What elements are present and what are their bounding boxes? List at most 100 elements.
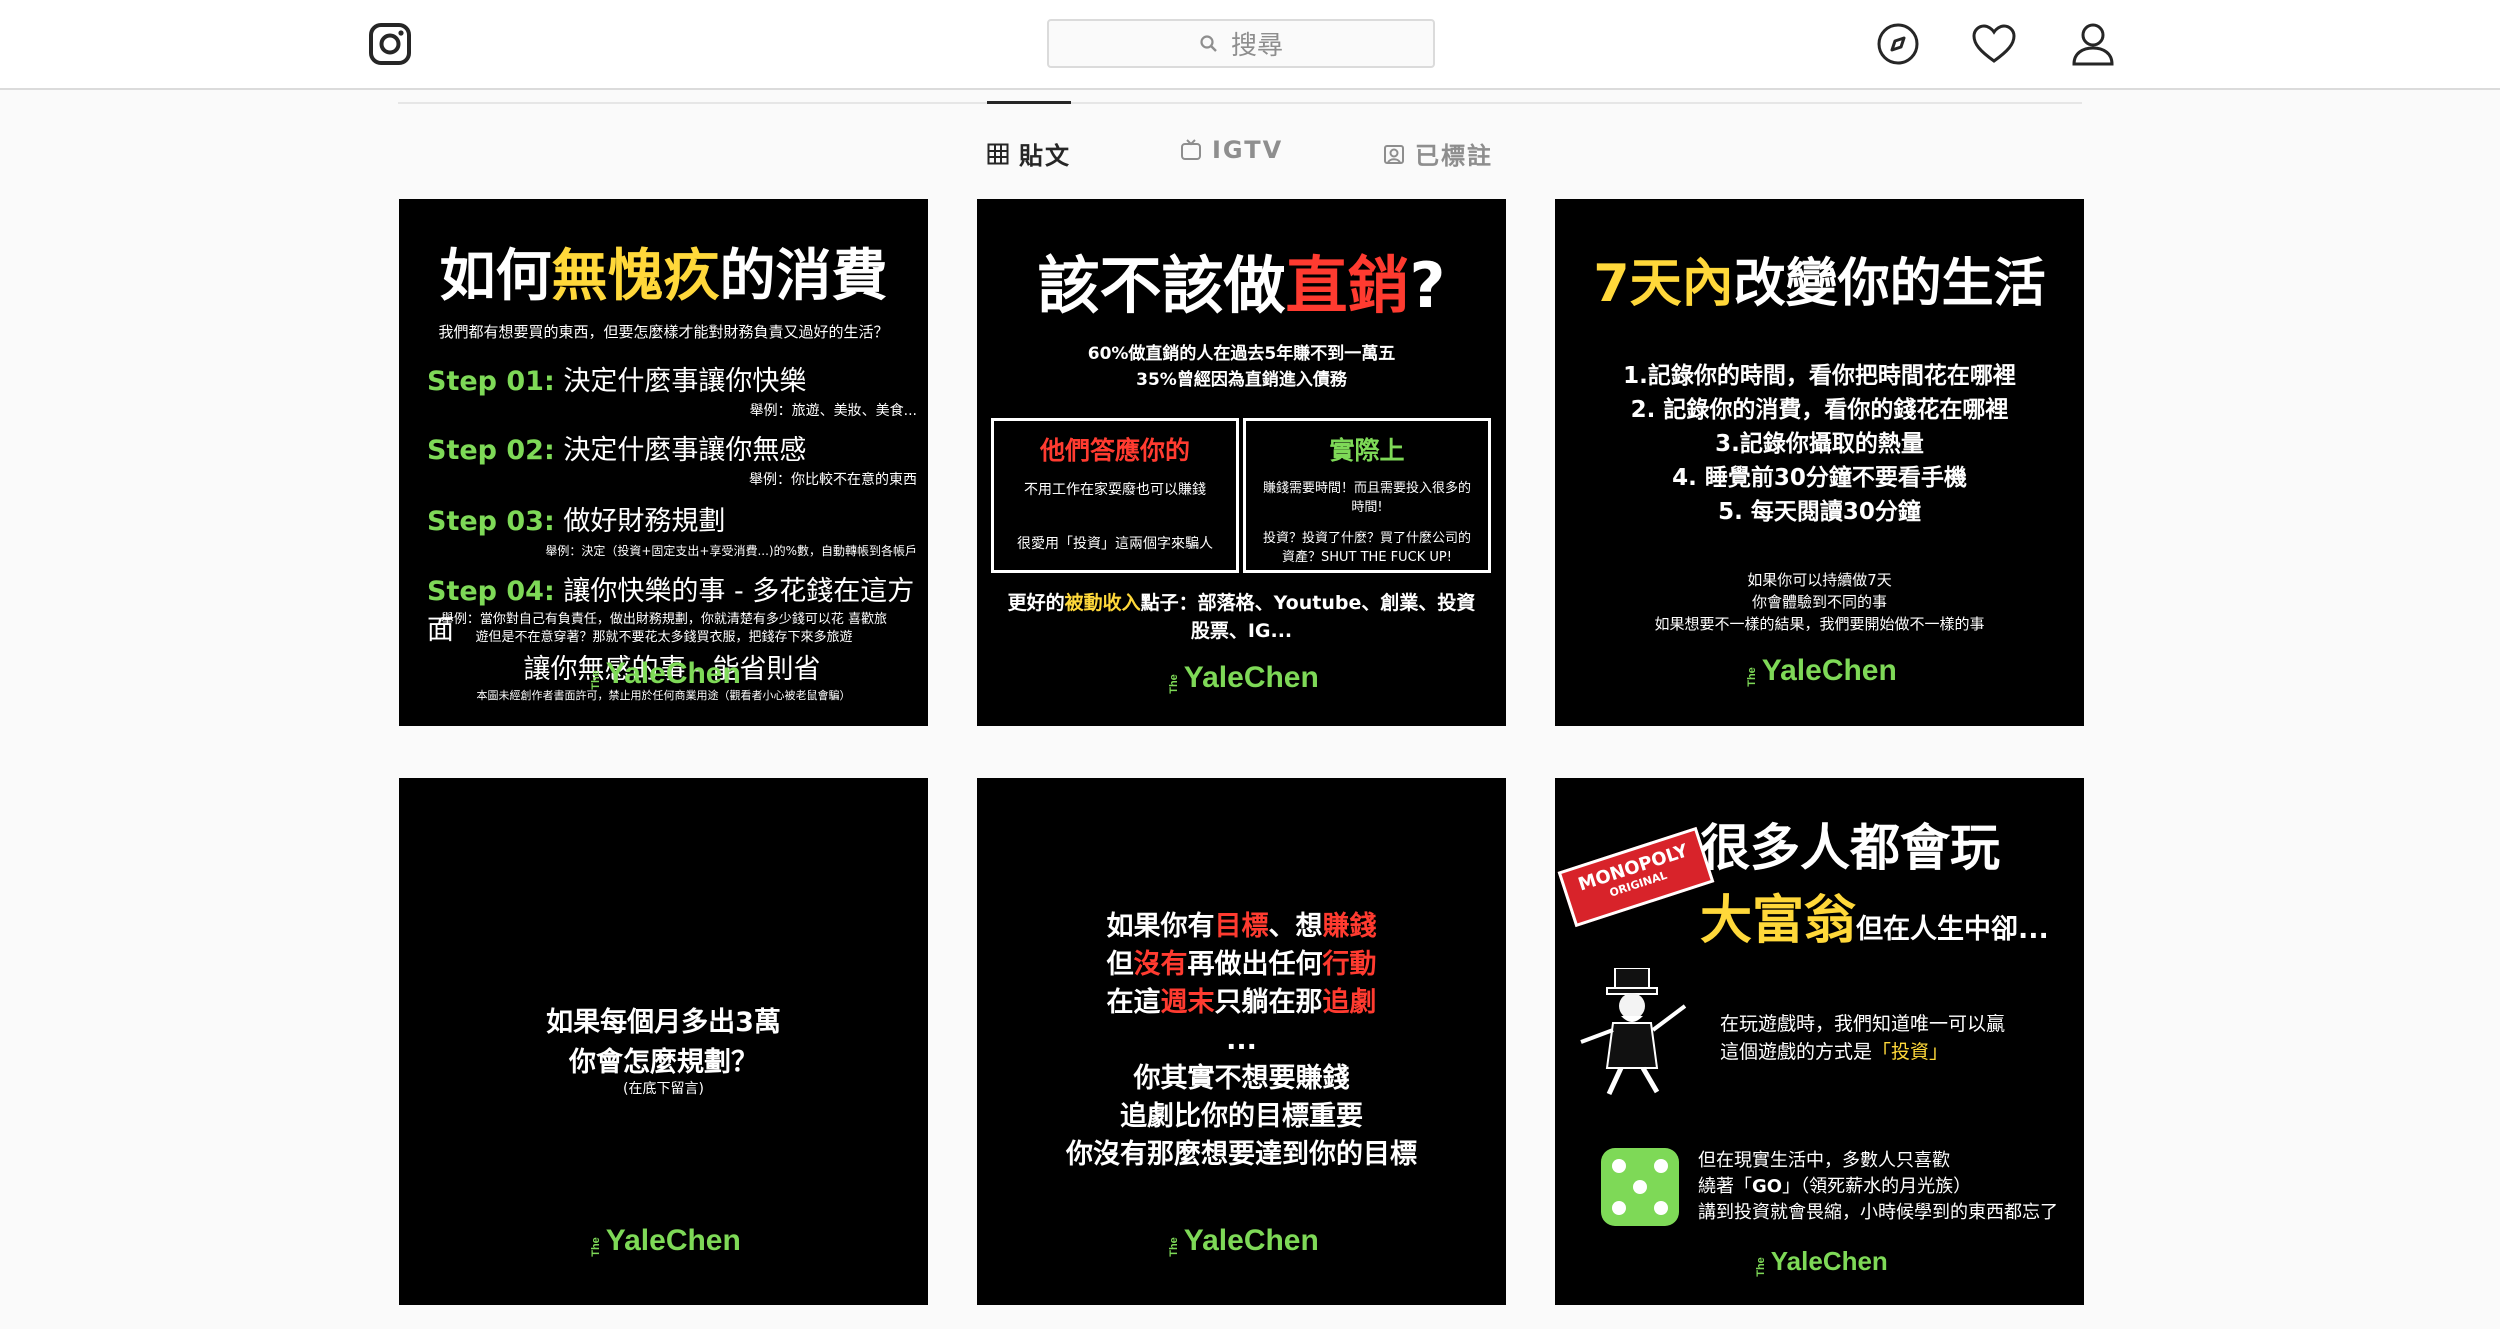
post-tile-2[interactable]: 該不該做直銷? 60%做直銷的人在過去5年賺不到一萬五 35%曾經因為直銷進入債… xyxy=(977,199,1506,726)
post-2-left-2: 很愛用「投資」這兩個字來騙人 xyxy=(1017,536,1213,552)
post-2-title: 該不該做直銷? xyxy=(977,235,1506,325)
post-2-left-box: 他們答應你的 不用工作在家耍廢也可以賺錢 很愛用「投資」這兩個字來騙人 xyxy=(991,418,1239,573)
logo-yale: Yale xyxy=(1761,654,1822,687)
post-3-note: 如果你可以持續做7天 xyxy=(1747,571,1892,589)
top-nav-bar: 搜尋 xyxy=(0,0,2500,90)
post-6-title-1: 很多人都會玩 xyxy=(1700,819,2000,877)
post-tile-5[interactable]: 如果你有目標、想賺錢 但沒有再做出任何行動 在這週末只躺在那追劇 ... 你其實… xyxy=(977,778,1506,1305)
logo-the: The xyxy=(1745,667,1758,687)
post-6-q2a: 繞著「 xyxy=(1698,1176,1752,1197)
tabs-divider xyxy=(398,102,2082,104)
step-key: Step 03: xyxy=(427,506,555,537)
tab-posts-label: 貼文 xyxy=(1019,142,1071,170)
seg: 但 xyxy=(1106,949,1134,980)
post-2-right-box: 實際上 賺錢需要時間！而且需要投入很多的時間! 投資？投資了什麼？買了什麼公司的… xyxy=(1243,418,1491,573)
tab-posts[interactable]: 貼文 xyxy=(987,136,1071,171)
yalechen-logo: The YaleChen xyxy=(1555,1246,2084,1277)
post-5-text: 如果你有目標、想賺錢 但沒有再做出任何行動 在這週末只躺在那追劇 ... 你其實… xyxy=(977,908,1506,1174)
post-tile-1[interactable]: 如何無愧疚的消費 我們都有想要買的東西，但要怎麼樣才能對財務負責又過好的生活？ … xyxy=(399,199,928,726)
search-input[interactable]: 搜尋 xyxy=(1047,19,1435,68)
post-3-item: 3.記錄你攝取的熱量 xyxy=(1715,431,1924,457)
yalechen-logo: The YaleChen xyxy=(977,1224,1506,1258)
post-1-footer: 本圖未經創作者書面許可，禁止用於任何商業用途（觀看者小心被老鼠會騙） xyxy=(476,689,851,702)
logo-yale: Yale xyxy=(1183,1224,1244,1257)
post-1-step-1: Step 01: 決定什麼事讓你快樂 xyxy=(427,359,917,398)
post-6-q2b: GO xyxy=(1752,1176,1783,1197)
post-4-line-3: (在底下留言) xyxy=(623,1081,704,1097)
logo-the: The xyxy=(1167,674,1180,694)
post-4-line-1: 如果每個月多出3萬 xyxy=(546,1007,781,1038)
search-placeholder: 搜尋 xyxy=(1230,31,1283,61)
post-tile-3[interactable]: 7天內改變你的生活 1.記錄你的時間，看你把時間花在哪裡 2. 記錄你的消費，看… xyxy=(1555,199,2084,726)
active-tab-indicator xyxy=(987,101,1071,104)
seg: 只躺在那 xyxy=(1214,987,1323,1018)
explore-compass-icon[interactable] xyxy=(1874,20,1922,68)
step-note: 舉例：決定（投資+固定支出+享受消費...)的%數，自動轉帳到各帳戶 xyxy=(545,544,917,558)
post-6-p2b: 「投資」 xyxy=(1872,1041,1949,1063)
post-6-para-1: 在玩遊戲時，我們知道唯一可以贏 這個遊戲的方式是「投資」 xyxy=(1720,1010,2005,1066)
post-1-title-c: 的消費 xyxy=(719,244,888,309)
post-4-line-2: 你會怎麼規劃？ xyxy=(569,1047,758,1078)
seg: 再做出任何 xyxy=(1187,949,1323,980)
seg: 沒有 xyxy=(1133,949,1188,980)
post-3-title: 7天內改變你的生活 xyxy=(1555,241,2084,316)
seg: 週末 xyxy=(1160,987,1215,1018)
yalechen-logo: The YaleChen xyxy=(977,661,1506,695)
logo-yale: Yale xyxy=(1183,661,1244,694)
step-text: 決定什麼事讓你快樂 xyxy=(563,366,807,397)
step-note: 舉例：你比較不在意的東西 xyxy=(749,472,917,488)
post-2-line-1: 60%做直銷的人在過去5年賺不到一萬五 xyxy=(1087,344,1396,364)
monopoly-man-icon xyxy=(1580,968,1687,1096)
dice-icon xyxy=(1601,1148,1679,1226)
logo-chen: Chen xyxy=(1821,654,1897,687)
post-1-title: 如何無愧疚的消費 xyxy=(399,231,928,312)
tab-tagged[interactable]: 已標註 xyxy=(1383,136,1493,171)
logo-chen: Chen xyxy=(1822,1246,1888,1276)
post-5-line-1: 如果你有目標、想賺錢 xyxy=(977,908,1506,946)
logo-chen: Chen xyxy=(1243,1224,1319,1257)
post-1-step-2: Step 02: 決定什麼事讓你無感 xyxy=(427,428,917,467)
post-1-title-b: 無愧疚 xyxy=(551,244,720,309)
search-icon xyxy=(1200,34,1217,52)
post-6-para-2: 但在現實生活中，多數人只喜歡 繞著「GO」（領死薪水的月光族） 講到投資就會畏縮… xyxy=(1698,1148,2078,1226)
post-3-item: 1.記錄你的時間，看你把時間花在哪裡 xyxy=(1623,363,2016,389)
post-2-title-b: 直銷 xyxy=(1285,249,1410,322)
logo-chen: Chen xyxy=(1243,661,1319,694)
post-tile-6[interactable]: MONOPOLY ORIGINAL 很多人都會玩 大富翁但在人生中卻... 在玩… xyxy=(1555,778,2084,1305)
logo-the: The xyxy=(1754,1257,1767,1277)
post-5-line-3: 在這週末只躺在那追劇 xyxy=(977,984,1506,1022)
post-6-q2c: 」（領死薪水的月光族） xyxy=(1782,1176,1972,1197)
post-2-right-1: 賺錢需要時間！而且需要投入很多的時間! xyxy=(1262,481,1471,515)
profile-icon[interactable] xyxy=(2069,20,2117,68)
seg: 賺錢 xyxy=(1322,911,1377,942)
logo-yale: Yale xyxy=(605,1224,666,1257)
step-text: 決定什麼事讓你無感 xyxy=(563,435,807,466)
seg: 目標 xyxy=(1214,911,1269,942)
tab-tagged-label: 已標註 xyxy=(1415,142,1493,170)
post-6-q1: 但在現實生活中，多數人只喜歡 xyxy=(1698,1150,1950,1171)
yalechen-logo: The YaleChen xyxy=(1555,654,2084,688)
post-3-title-b: 改變你的生活 xyxy=(1733,254,2046,314)
post-tile-4[interactable]: 如果每個月多出3萬 你會怎麼規劃？ (在底下留言) The YaleChen xyxy=(399,778,928,1305)
logo-the: The xyxy=(589,1237,602,1257)
post-2-line-2: 35%曾經因為直銷進入債務 xyxy=(1136,370,1347,390)
instagram-logo-icon[interactable] xyxy=(368,22,412,66)
seg: 追劇 xyxy=(1322,987,1377,1018)
post-5-line-6: 你沒有那麼想要達到你的目標 xyxy=(1066,1139,1417,1170)
post-1-note: 舉例：當你對自己有負責任，做出財務規劃，你就清楚有多少錢可以花 喜歡旅遊但是不在… xyxy=(440,612,888,645)
logo-yale: Yale xyxy=(605,657,666,690)
activity-heart-icon[interactable] xyxy=(1970,20,2018,68)
post-2-left-head: 他們答應你的 xyxy=(1039,436,1190,465)
tab-igtv[interactable]: IGTV xyxy=(1180,136,1283,164)
post-2-bottom-b: 被動收入 xyxy=(1064,592,1141,614)
seg: 如果你有 xyxy=(1106,911,1215,942)
monopoly-badge: MONOPOLY ORIGINAL xyxy=(1557,826,1715,928)
seg: 行動 xyxy=(1322,949,1377,980)
post-5-dots: ... xyxy=(1226,1025,1257,1056)
post-3-item: 5. 每天閱讀30分鐘 xyxy=(1718,499,1921,525)
post-3-item: 4. 睡覺前30分鐘不要看手機 xyxy=(1672,465,1967,491)
seg: 、想 xyxy=(1268,911,1323,942)
post-3-title-a: 7天內 xyxy=(1593,254,1734,314)
step-note: 舉例：旅遊、美妝、美食... xyxy=(749,403,917,419)
tab-igtv-label: IGTV xyxy=(1212,136,1284,164)
